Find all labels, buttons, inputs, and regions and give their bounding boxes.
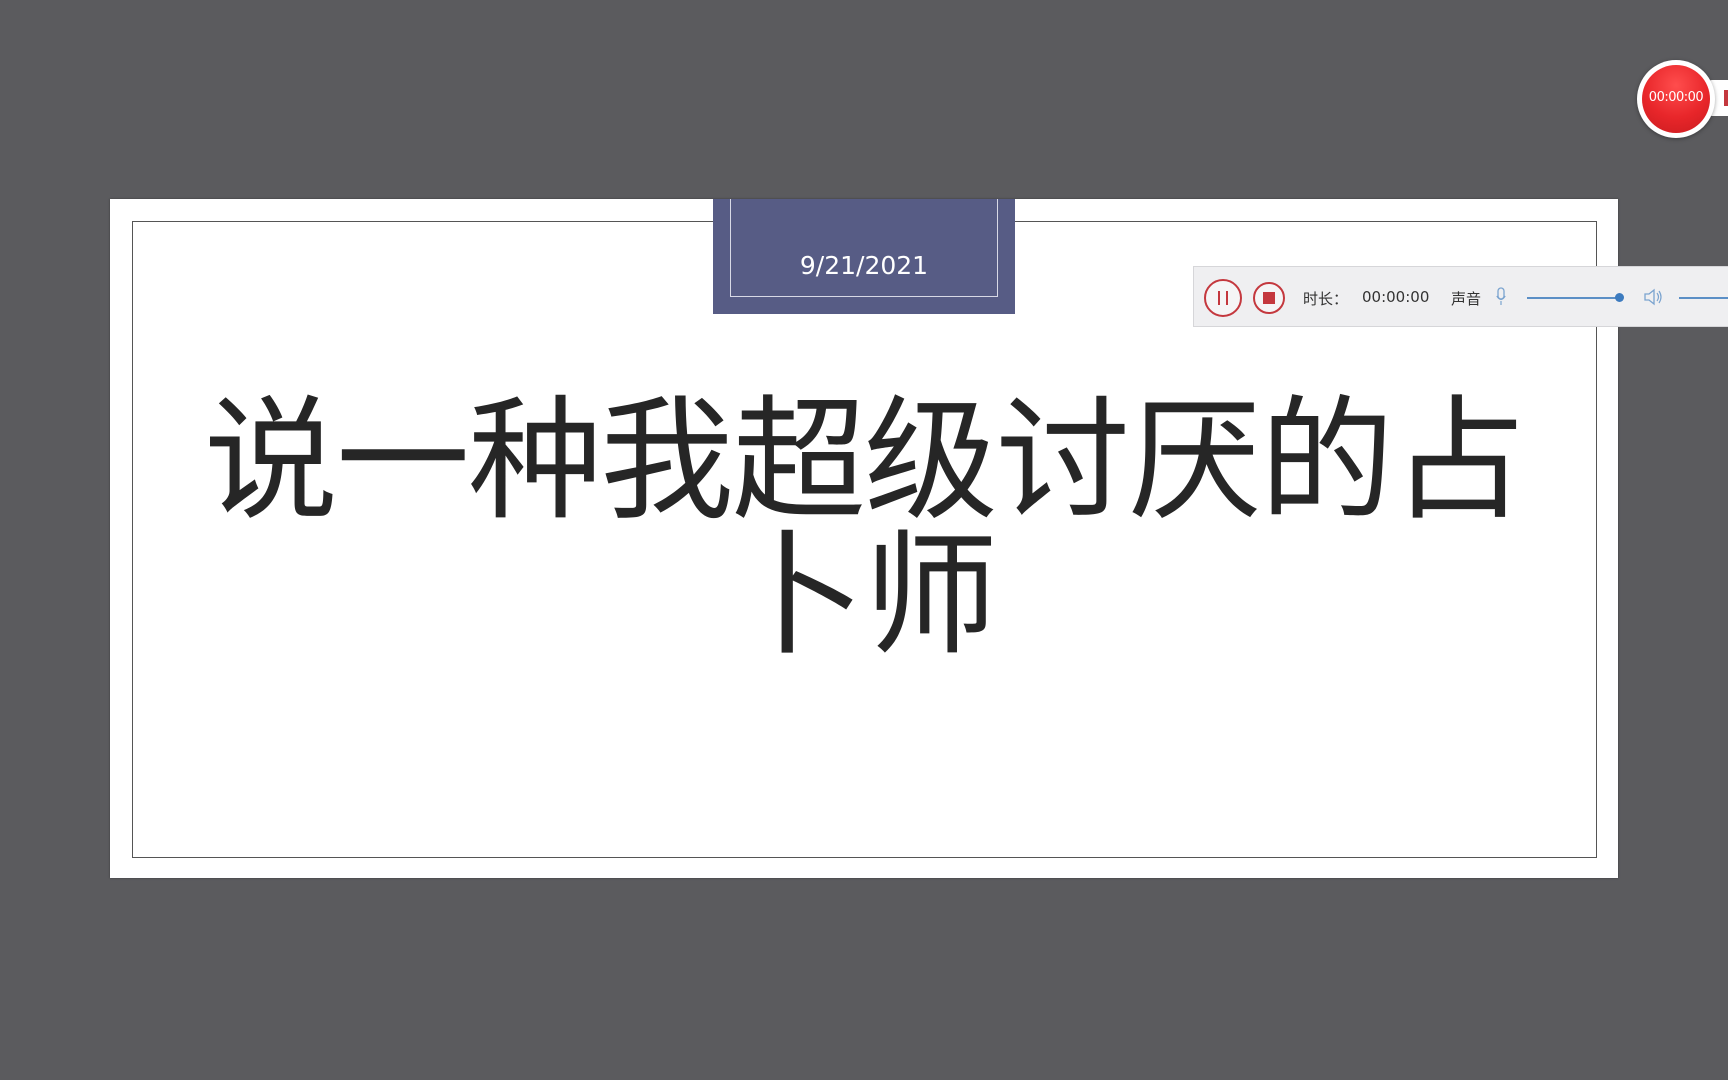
record-timer-text: 00:00:00 <box>1648 90 1704 105</box>
sound-label: 声音 <box>1451 290 1482 308</box>
pause-icon[interactable] <box>1204 279 1242 317</box>
date-banner-border <box>730 199 998 297</box>
record-indicator: 00:00:00 <box>1642 65 1710 133</box>
date-banner: 9/21/2021 <box>713 199 1015 314</box>
mic-volume-slider[interactable] <box>1527 297 1619 299</box>
duration-label: 时长： <box>1303 290 1349 308</box>
recording-toolbar: 时长： 00:00:00 声音 <box>1193 266 1728 327</box>
speaker-volume-slider[interactable] <box>1679 297 1728 299</box>
record-timer[interactable]: 00:00:00 <box>1637 60 1715 138</box>
stop-icon[interactable] <box>1253 282 1285 314</box>
mic-volume-handle[interactable] <box>1615 293 1624 302</box>
duration-value: 00:00:00 <box>1362 288 1430 306</box>
presentation-stage: 9/21/2021 说一种我超级讨厌的占卜师 时长： 00:00:00 声音 0… <box>0 0 1728 1080</box>
microphone-icon[interactable] <box>1496 287 1506 307</box>
speaker-icon[interactable] <box>1642 286 1664 308</box>
slide-date: 9/21/2021 <box>799 251 929 280</box>
slide-title: 说一种我超级讨厌的占卜师 <box>203 383 1526 674</box>
